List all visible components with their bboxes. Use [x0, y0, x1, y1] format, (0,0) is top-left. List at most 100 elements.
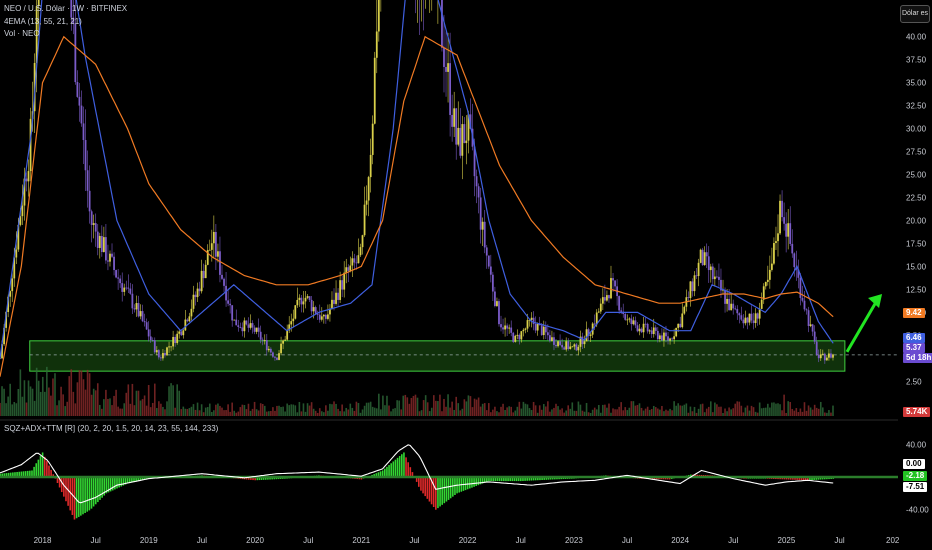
volume-bar — [538, 405, 541, 416]
volume-bar — [215, 404, 217, 416]
candle-body — [347, 267, 350, 271]
candle-body — [125, 287, 128, 289]
momentum-bar — [403, 452, 405, 477]
candle-body — [337, 292, 339, 300]
candle-body — [172, 336, 175, 347]
volume-bar — [589, 412, 592, 416]
time-tick-label: 2023 — [565, 536, 583, 545]
volume-bar — [402, 395, 405, 416]
candle-body — [632, 320, 635, 325]
candle-body — [677, 323, 680, 328]
candle-body — [793, 253, 796, 268]
price-tick-label: 32.50 — [906, 102, 927, 111]
volume-bar — [257, 410, 260, 416]
candle-body — [298, 297, 301, 300]
candle-body — [669, 338, 671, 341]
candle-body — [90, 211, 93, 225]
indicator-legend[interactable]: SQZ+ADX+TTM [R] (20, 2, 20, 1.5, 20, 14,… — [4, 424, 218, 433]
candle-body — [331, 299, 333, 309]
candle-body — [512, 332, 515, 342]
candle-body — [449, 63, 451, 115]
momentum-bar — [390, 463, 392, 477]
volume-bar — [795, 408, 798, 416]
volume-bar — [642, 410, 645, 416]
currency-button[interactable]: Dólar es — [900, 5, 930, 23]
candle-body — [204, 264, 207, 279]
volume-bar — [386, 395, 388, 416]
volume-bar — [11, 404, 14, 416]
candle-body — [151, 340, 154, 341]
volume-bar — [771, 402, 773, 416]
volume-bar — [119, 408, 121, 416]
candle-body — [630, 318, 633, 325]
candle-body — [96, 231, 99, 248]
volume-bar — [44, 391, 46, 416]
volume-bar — [455, 396, 458, 416]
candle-body — [811, 324, 814, 332]
candle-body — [504, 325, 506, 330]
momentum-bar — [63, 477, 65, 497]
volume-bar — [451, 401, 453, 416]
candle-body — [235, 319, 238, 326]
volume-legend[interactable]: Vol · NEO — [4, 29, 40, 38]
volume-bar — [567, 405, 570, 416]
volume-bar — [78, 370, 81, 416]
momentum-bar — [75, 477, 78, 519]
volume-bar — [194, 409, 197, 416]
candle-body — [601, 297, 604, 304]
volume-bar — [439, 394, 441, 416]
candle-body — [563, 347, 566, 350]
volume-bar — [318, 408, 321, 416]
volume-bar — [135, 390, 138, 416]
candle-body — [194, 294, 197, 298]
candle-body — [542, 326, 545, 336]
momentum-bar — [441, 477, 443, 505]
ema-slow-tag: 9.42 — [903, 308, 925, 318]
momentum-bar — [424, 477, 426, 497]
candle-body — [221, 274, 223, 279]
volume-bar — [52, 378, 54, 416]
candle-body — [119, 278, 122, 284]
volume-bar — [227, 404, 229, 416]
volume-bar — [481, 403, 484, 416]
candle-body — [78, 96, 81, 106]
momentum-bar — [386, 466, 388, 477]
volume-bar — [414, 394, 417, 416]
volume-bar — [298, 401, 301, 416]
volume-bar — [231, 402, 233, 416]
candle-body — [502, 327, 504, 330]
volume-bar — [549, 411, 551, 416]
candle-body — [785, 223, 788, 237]
candle-body — [671, 338, 673, 340]
candle-body — [522, 329, 525, 332]
volume-bar — [815, 407, 818, 416]
volume-bar — [50, 395, 52, 416]
candle-body — [327, 314, 329, 319]
momentum-bar — [118, 477, 120, 488]
ema-legend[interactable]: 4EMA (13, 55, 21, 21) — [4, 17, 82, 26]
time-tick-label: Jul — [728, 536, 738, 545]
indicator-momentum-tag: -2.18 — [903, 471, 928, 481]
momentum-bar — [94, 477, 97, 505]
candle-body — [589, 334, 592, 336]
volume-bar — [445, 406, 447, 416]
candle-body — [174, 336, 177, 343]
volume-bar — [101, 408, 103, 416]
volume-bar — [551, 409, 553, 416]
candle-body — [127, 287, 130, 289]
candle-body — [777, 233, 779, 242]
volume-bar — [687, 412, 690, 416]
candle-body — [267, 348, 270, 351]
candle-body — [766, 279, 769, 282]
candle-body — [274, 356, 276, 358]
candle-body — [463, 124, 466, 144]
volume-bar — [762, 407, 765, 416]
candle-body — [198, 288, 201, 292]
candle-body — [200, 270, 203, 292]
candle-body — [699, 249, 702, 263]
volume-bar — [496, 411, 498, 416]
volume-bar — [239, 407, 242, 416]
candle-body — [498, 301, 500, 325]
volume-bar — [492, 409, 494, 416]
volume-bar — [532, 401, 535, 416]
